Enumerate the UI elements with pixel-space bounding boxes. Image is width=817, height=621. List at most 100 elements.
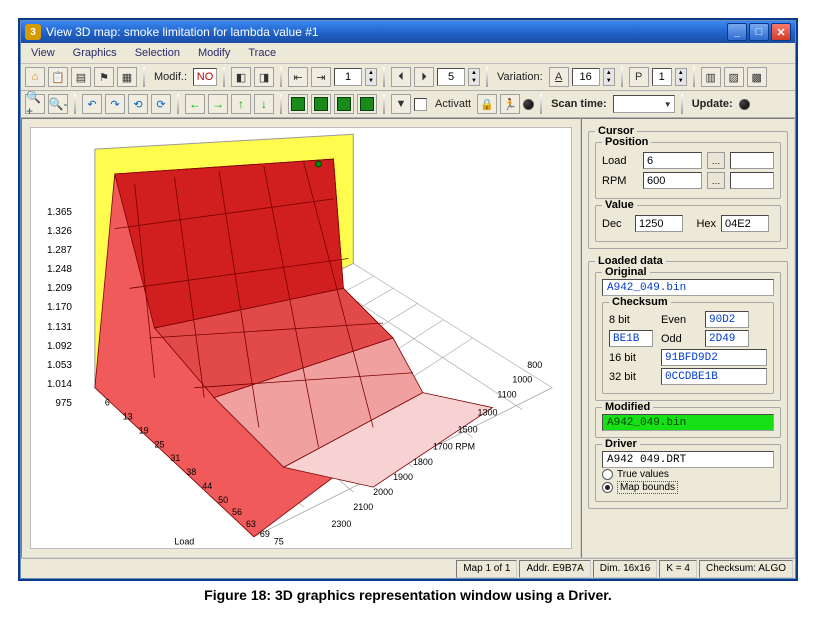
rotate-up-icon[interactable]: ⟲	[128, 94, 148, 114]
figure-caption: Figure 18: 3D graphics representation wi…	[18, 581, 798, 603]
chart-icon[interactable]: ▦	[117, 67, 137, 87]
step1-spinner[interactable]: ▲▼	[365, 68, 377, 86]
shift-right-icon[interactable]: ⇥	[311, 67, 331, 87]
maximize-button[interactable]: □	[749, 23, 769, 41]
update-label: Update:	[689, 98, 736, 110]
svg-text:1000: 1000	[512, 375, 532, 385]
menubar: View Graphics Selection Modify Trace	[21, 43, 795, 64]
rpm-field[interactable]: 600	[643, 172, 702, 189]
mode-p-icon[interactable]: P	[629, 67, 649, 87]
shift-left-icon[interactable]: ⇤	[288, 67, 308, 87]
eightbit-label: 8 bit	[609, 314, 657, 326]
shift-right2-icon[interactable]: ⏵	[414, 67, 434, 87]
statusbar: Map 1 of 1 Addr. E9B7A Dim. 16x16 K = 4 …	[21, 558, 795, 578]
menu-trace[interactable]: Trace	[244, 46, 280, 60]
svg-text:6: 6	[105, 398, 110, 408]
flag-icon[interactable]: ⚑	[94, 67, 114, 87]
window-title: View 3D map: smoke limitation for lambda…	[46, 25, 725, 39]
svg-text:1300: 1300	[478, 408, 498, 418]
hex-field[interactable]: 04E2	[721, 215, 769, 232]
menu-graphics[interactable]: Graphics	[69, 46, 121, 60]
truevalues-radio[interactable]	[602, 469, 613, 480]
table-icon[interactable]: ▤	[71, 67, 91, 87]
load-field[interactable]: 6	[643, 152, 702, 169]
variation-spinner[interactable]: ▲▼	[603, 68, 615, 86]
zoom-out-icon[interactable]: 🔍-	[48, 94, 68, 114]
loaded-data-group: Loaded data Original A942_049.bin Checks…	[588, 261, 788, 509]
variation-field[interactable]: 16	[572, 68, 600, 86]
position-group: Position Load 6 … RPM 600 …	[595, 142, 781, 199]
sep	[681, 94, 683, 114]
sep	[177, 94, 179, 114]
toolbar-main: ⌂ 📋 ▤ ⚑ ▦ Modif.: NO ◧ ◨ ⇤ ⇥ 1 ▲▼ ⏴ ⏵ 5 …	[21, 64, 795, 91]
arrow-up-icon[interactable]: ↑	[231, 94, 251, 114]
col-right-icon[interactable]: ◨	[254, 67, 274, 87]
home-icon[interactable]: ⌂	[25, 67, 45, 87]
rpm-extra-field[interactable]	[730, 172, 774, 189]
modif-field[interactable]: NO	[193, 68, 217, 86]
rotate-right-icon[interactable]: ↷	[105, 94, 125, 114]
modified-file-field[interactable]: A942_049.bin	[602, 414, 774, 431]
green-action2-icon[interactable]	[311, 94, 331, 114]
green-action3-icon[interactable]	[334, 94, 354, 114]
lock-icon[interactable]: 🔒	[477, 94, 497, 114]
arrow-left-icon[interactable]: ←	[185, 94, 205, 114]
thirtytwo-label: 32 bit	[609, 371, 657, 383]
load-label: Load	[602, 155, 638, 167]
menu-view[interactable]: View	[27, 46, 59, 60]
copy-icon[interactable]: 📋	[48, 67, 68, 87]
svg-text:38: 38	[186, 467, 196, 477]
plot3d-canvas[interactable]: 1.365 1.326 1.287 1.248 1.209 1.170 1.13…	[21, 118, 581, 558]
svg-text:800: 800	[527, 360, 542, 370]
col-left-icon[interactable]: ◧	[231, 67, 251, 87]
arrow-down-icon[interactable]: ↓	[254, 94, 274, 114]
update-led-icon	[739, 99, 750, 110]
svg-text:1900: 1900	[393, 472, 413, 482]
step2-spinner[interactable]: ▲▼	[468, 68, 480, 86]
cursor-group: Cursor Position Load 6 … RPM 600 …	[588, 131, 788, 249]
app-icon: 3	[25, 24, 41, 40]
close-button[interactable]: ✕	[771, 23, 791, 41]
filter-icon[interactable]: ▼	[391, 94, 411, 114]
mapbounds-label: Map bounds	[617, 481, 678, 494]
minimize-button[interactable]: _	[727, 23, 747, 41]
tool-c-icon[interactable]: ▩	[747, 67, 767, 87]
original-group: Original A942_049.bin Checksum 8 bit Eve…	[595, 272, 781, 401]
driver-file-field[interactable]: A942 049.DRT	[602, 451, 774, 468]
modified-group: Modified A942_049.bin	[595, 407, 781, 438]
original-file-field[interactable]: A942_049.bin	[602, 279, 774, 296]
dec-label: Dec	[602, 218, 630, 230]
tool-a-icon[interactable]: ▥	[701, 67, 721, 87]
tool-b-icon[interactable]: ▨	[724, 67, 744, 87]
arrow-right-icon[interactable]: →	[208, 94, 228, 114]
status-map: Map 1 of 1	[456, 560, 517, 578]
rpm-more-button[interactable]: …	[707, 172, 725, 189]
sep	[383, 67, 385, 87]
green-action4-icon[interactable]	[357, 94, 377, 114]
sep	[143, 67, 145, 87]
green-action1-icon[interactable]	[288, 94, 308, 114]
step2-field[interactable]: 5	[437, 68, 465, 86]
rotate-left-icon[interactable]: ↶	[82, 94, 102, 114]
activate-checkbox[interactable]	[414, 98, 427, 111]
variation2-field[interactable]: 1	[652, 68, 672, 86]
mapbounds-radio[interactable]	[602, 482, 613, 493]
dec-field[interactable]: 1250	[635, 215, 683, 232]
variation-mode-icon[interactable]: A	[549, 67, 569, 87]
rotate-down-icon[interactable]: ⟳	[151, 94, 171, 114]
variation2-spinner[interactable]: ▲▼	[675, 68, 687, 86]
step1-field[interactable]: 1	[334, 68, 362, 86]
z-axis-ticks: 1.365 1.326 1.287 1.248 1.209 1.170 1.13…	[30, 127, 75, 549]
scantime-label: Scan time:	[548, 98, 610, 110]
activate-label: Activatt	[432, 98, 474, 110]
menu-modify[interactable]: Modify	[194, 46, 234, 60]
odd-field: 2D49	[705, 330, 749, 347]
person-icon[interactable]: 🏃	[500, 94, 520, 114]
load-more-button[interactable]: …	[707, 152, 725, 169]
zoom-in-icon[interactable]: 🔍+	[25, 94, 45, 114]
menu-selection[interactable]: Selection	[131, 46, 184, 60]
sixteen-label: 16 bit	[609, 352, 657, 364]
scantime-select[interactable]	[613, 95, 675, 113]
load-extra-field[interactable]	[730, 152, 774, 169]
shift-left2-icon[interactable]: ⏴	[391, 67, 411, 87]
